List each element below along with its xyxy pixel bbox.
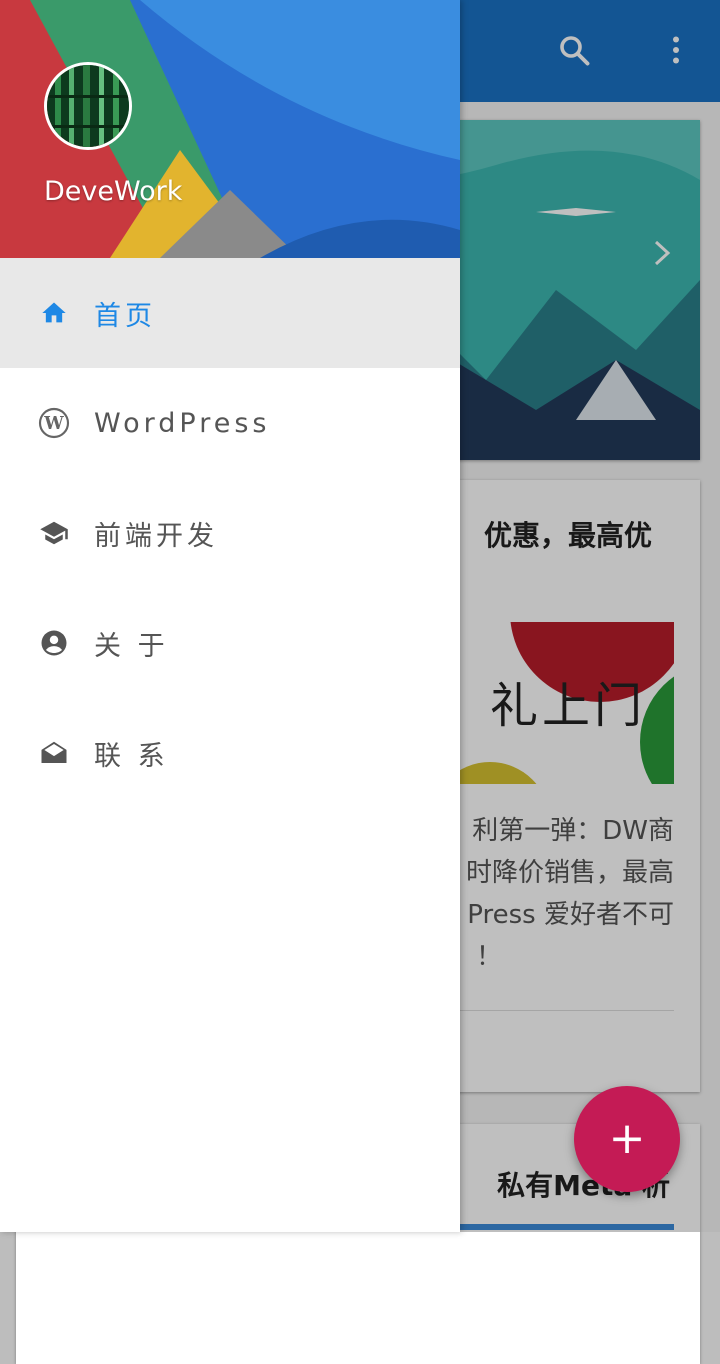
drawer-header: DeveWork bbox=[0, 0, 460, 258]
drafts-icon bbox=[38, 737, 70, 769]
drawer-item-label: WordPress bbox=[94, 407, 271, 439]
drawer-item-home[interactable]: 首页 bbox=[0, 258, 460, 368]
drawer-item-label: 首页 bbox=[94, 300, 156, 332]
home-icon bbox=[38, 297, 70, 329]
avatar[interactable] bbox=[44, 62, 132, 150]
account-circle-icon bbox=[38, 627, 70, 659]
drawer-item-wordpress[interactable]: W WordPress bbox=[0, 368, 460, 478]
drawer-item-label: 联 系 bbox=[94, 740, 169, 772]
wordpress-icon: W bbox=[38, 407, 70, 439]
add-fab-button[interactable]: + bbox=[574, 1086, 680, 1192]
navigation-drawer: DeveWork 首页 W WordPress 前端开发 关 于 联 系 bbox=[0, 0, 460, 1232]
drawer-item-frontend[interactable]: 前端开发 bbox=[0, 478, 460, 588]
drawer-item-contact[interactable]: 联 系 bbox=[0, 698, 460, 808]
username: DeveWork bbox=[44, 176, 183, 207]
drawer-item-label: 前端开发 bbox=[94, 520, 218, 552]
add-icon: + bbox=[608, 1113, 646, 1164]
drawer-item-about[interactable]: 关 于 bbox=[0, 588, 460, 698]
school-icon bbox=[38, 517, 70, 549]
drawer-item-label: 关 于 bbox=[94, 630, 169, 662]
svg-text:W: W bbox=[43, 414, 64, 434]
drawer-menu: 首页 W WordPress 前端开发 关 于 联 系 bbox=[0, 258, 460, 808]
